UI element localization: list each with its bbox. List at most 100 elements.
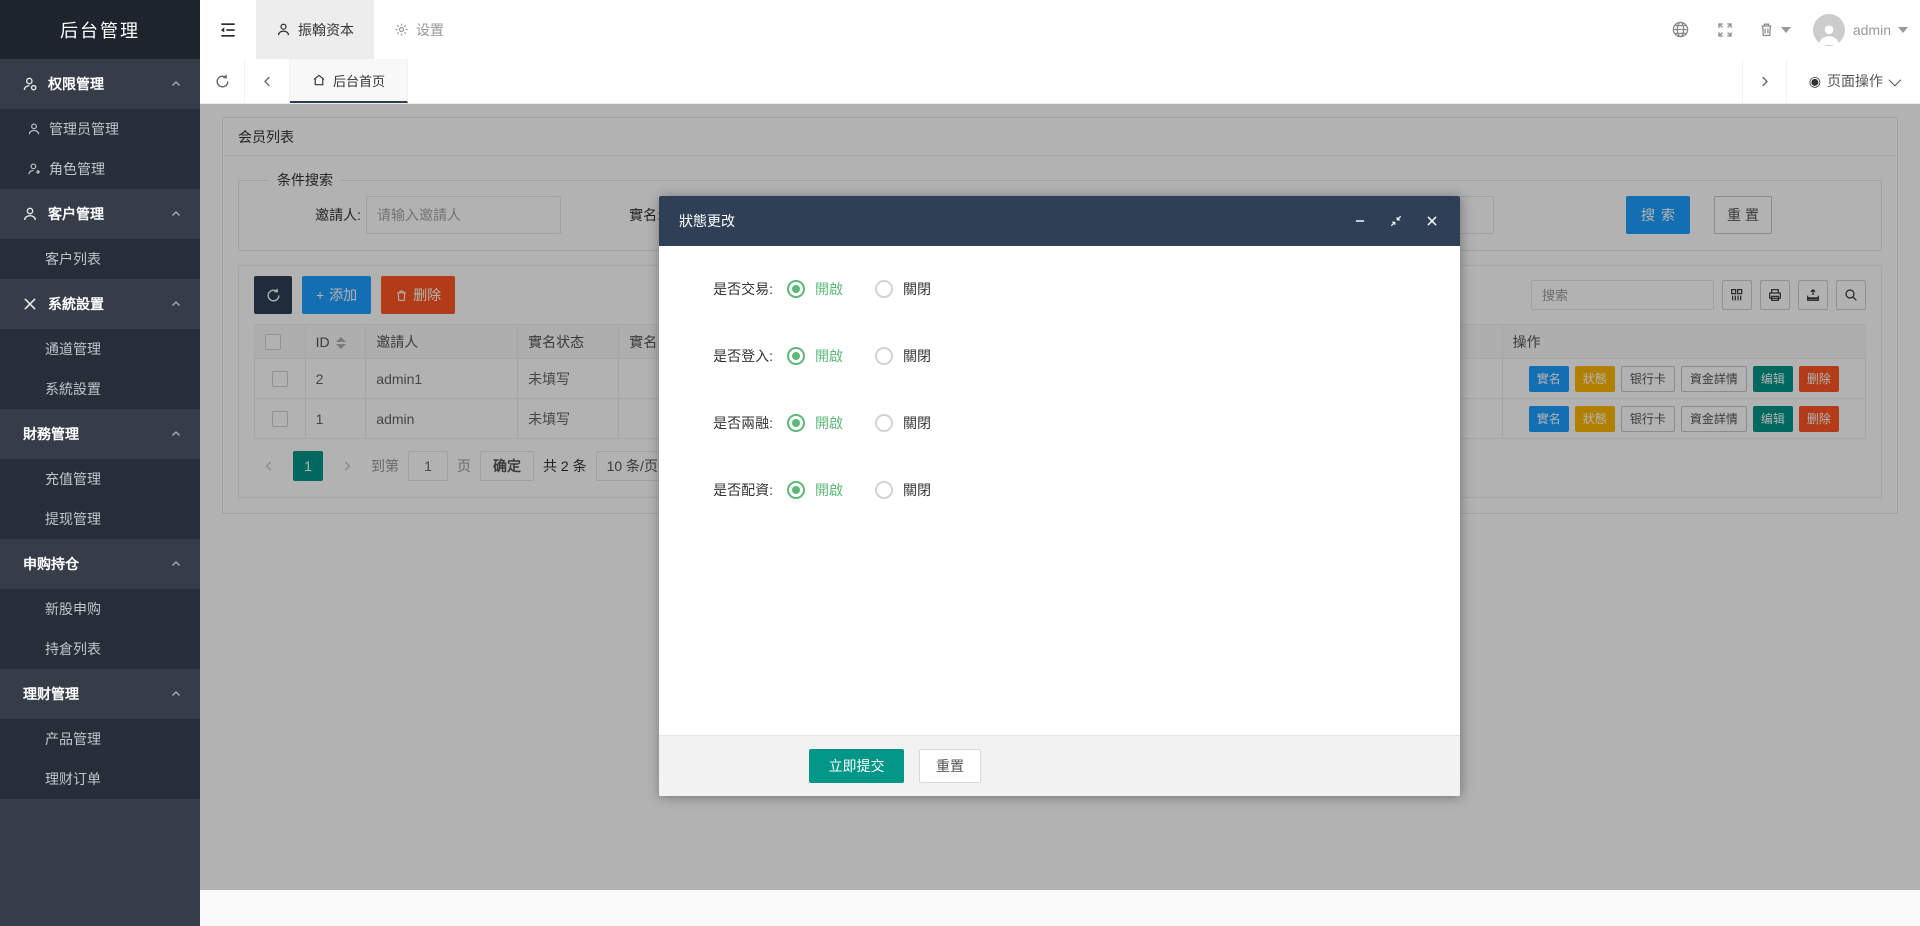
sidebar-section-system[interactable]: 系統設置	[0, 279, 200, 329]
scroll-tabs-right-button[interactable]	[1742, 59, 1787, 103]
sidebar-item-label: 客户列表	[45, 249, 101, 269]
sidebar-nav: 权限管理 管理员管理 角色管理 客户管理	[0, 59, 200, 926]
radio-unselected-icon	[875, 414, 893, 432]
page-footer-strip	[200, 890, 1920, 926]
clear-cache-button[interactable]	[1747, 0, 1803, 59]
gear-icon	[394, 22, 409, 37]
form-row-trade: 是否交易: 開啟 關閉	[659, 270, 1460, 308]
sidebar: 后台管理 权限管理 管理员管理 角色管理	[0, 0, 200, 926]
user-arrow-icon	[27, 162, 41, 176]
sidebar-item-label: 理财订单	[45, 769, 101, 789]
sidebar-item-admin-manage[interactable]: 管理员管理	[0, 109, 200, 149]
username[interactable]: admin	[1853, 22, 1891, 38]
sidebar-item-position-list[interactable]: 持倉列表	[0, 629, 200, 669]
refresh-tab-button[interactable]	[200, 59, 245, 103]
avatar[interactable]	[1813, 14, 1845, 46]
radio-login-on[interactable]: 開啟	[787, 346, 843, 366]
radio-trade-off[interactable]: 關閉	[875, 279, 931, 299]
header-tab-label: 振翰资本	[298, 20, 354, 40]
fullscreen-button[interactable]	[1703, 0, 1747, 59]
chevron-up-icon	[170, 558, 182, 570]
sidebar-item-label: 充值管理	[45, 469, 101, 489]
restore-icon[interactable]	[1388, 213, 1404, 229]
sidebar-section-wealth[interactable]: 理财管理	[0, 669, 200, 719]
sidebar-item-label: 角色管理	[49, 159, 105, 179]
sidebar-item-label: 新股申购	[45, 599, 101, 619]
submit-button[interactable]: 立即提交	[809, 749, 904, 783]
sidebar-section-subscription[interactable]: 申购持仓	[0, 539, 200, 589]
modal-footer: 立即提交 重置	[659, 735, 1460, 796]
home-icon	[312, 73, 326, 87]
tools-icon	[22, 296, 38, 312]
sidebar-item-customer-list[interactable]: 客户列表	[0, 239, 200, 279]
content-frame: 会员列表 条件搜索 邀請人: 實名: 搜索 重置	[200, 104, 1920, 890]
sidebar-submenu: 客户列表	[0, 239, 200, 279]
minimize-icon[interactable]	[1352, 213, 1368, 229]
sidebar-item-label: 产品管理	[45, 729, 101, 749]
sidebar-submenu: 充值管理 提现管理	[0, 459, 200, 539]
sidebar-section-customers[interactable]: 客户管理	[0, 189, 200, 239]
radio-margin-on[interactable]: 開啟	[787, 413, 843, 433]
sidebar-submenu: 产品管理 理财订单	[0, 719, 200, 799]
scroll-tabs-left-button[interactable]	[245, 59, 290, 103]
radio-allocation-off[interactable]: 關閉	[875, 480, 931, 500]
caret-down-icon	[1781, 27, 1791, 33]
sidebar-item-system-settings[interactable]: 系統設置	[0, 369, 200, 409]
sidebar-section-label: 財務管理	[23, 424, 79, 444]
sidebar-section-label: 权限管理	[48, 74, 104, 94]
sidebar-section-label: 系統設置	[48, 294, 104, 314]
sidebar-item-recharge-manage[interactable]: 充值管理	[0, 459, 200, 499]
form-row-allocation: 是否配資: 開啟 關閉	[659, 471, 1460, 509]
sidebar-item-wealth-orders[interactable]: 理财订单	[0, 759, 200, 799]
radio-unselected-icon	[875, 347, 893, 365]
radio-allocation-on[interactable]: 開啟	[787, 480, 843, 500]
sidebar-submenu: 新股申购 持倉列表	[0, 589, 200, 669]
modal-window-tools	[1352, 213, 1440, 229]
sidebar-section-finance[interactable]: 財務管理	[0, 409, 200, 459]
sidebar-item-ipo-subscribe[interactable]: 新股申购	[0, 589, 200, 629]
field-label: 是否登入:	[659, 346, 787, 366]
sidebar-item-label: 系統設置	[45, 379, 101, 399]
page-operations-dropdown[interactable]: ◉ 页面操作	[1787, 59, 1920, 103]
caret-down-icon[interactable]	[1898, 27, 1908, 33]
sidebar-section-permissions[interactable]: 权限管理	[0, 59, 200, 109]
radio-unselected-icon	[875, 280, 893, 298]
page-tabbar: 后台首页 ◉ 页面操作	[200, 59, 1920, 104]
radio-selected-icon	[787, 481, 805, 499]
sidebar-item-role-manage[interactable]: 角色管理	[0, 149, 200, 189]
radio-trade-on[interactable]: 開啟	[787, 279, 843, 299]
app-logo: 后台管理	[0, 0, 200, 59]
sidebar-item-label: 持倉列表	[45, 639, 101, 659]
sidebar-item-product-manage[interactable]: 产品管理	[0, 719, 200, 759]
tab-home-label: 后台首页	[333, 71, 385, 90]
header-tab-settings[interactable]: 设置	[374, 0, 464, 59]
modal-header[interactable]: 狀態更改	[659, 196, 1460, 246]
radio-margin-off[interactable]: 關閉	[875, 413, 931, 433]
tab-home[interactable]: 后台首页	[290, 59, 408, 103]
user-icon	[276, 22, 291, 37]
collapse-sidebar-button[interactable]	[200, 0, 256, 59]
modal-body: 是否交易: 開啟 關閉 是否登入: 開啟 關閉 是否兩融: 開啟 關閉	[659, 246, 1460, 735]
radio-selected-icon	[787, 280, 805, 298]
radio-selected-icon	[787, 414, 805, 432]
chevron-up-icon	[170, 428, 182, 440]
sidebar-submenu: 管理员管理 角色管理	[0, 109, 200, 189]
field-label: 是否兩融:	[659, 413, 787, 433]
tabbar-right: ◉ 页面操作	[1742, 59, 1920, 103]
page-operations-label: 页面操作	[1827, 71, 1883, 91]
header-tab-company[interactable]: 振翰资本	[256, 0, 374, 59]
sidebar-section-label: 理财管理	[23, 684, 79, 704]
field-label: 是否配資:	[659, 480, 787, 500]
dot-circle-icon: ◉	[1809, 73, 1821, 90]
radio-login-off[interactable]: 關閉	[875, 346, 931, 366]
close-icon[interactable]	[1424, 213, 1440, 229]
chevron-up-icon	[170, 688, 182, 700]
app-root: 后台管理 权限管理 管理员管理 角色管理	[0, 0, 1920, 926]
user-icon	[27, 122, 41, 136]
modal-reset-button[interactable]: 重置	[919, 749, 981, 783]
sidebar-item-channel-manage[interactable]: 通道管理	[0, 329, 200, 369]
sidebar-item-label: 提现管理	[45, 509, 101, 529]
sidebar-item-withdraw-manage[interactable]: 提现管理	[0, 499, 200, 539]
form-row-margin: 是否兩融: 開啟 關閉	[659, 404, 1460, 442]
language-globe-button[interactable]	[1659, 0, 1703, 59]
